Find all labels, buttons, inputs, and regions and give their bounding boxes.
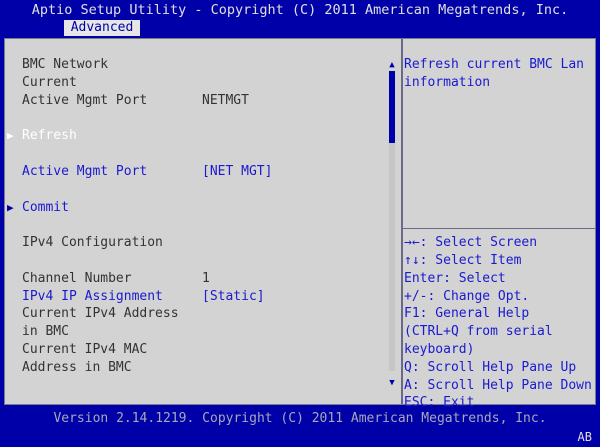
main-panel: BMC Network Current Active Mgmt Port NET… — [4, 38, 596, 410]
key-hint: ↑↓: Select Item — [404, 253, 522, 268]
tab-advanced[interactable]: Advanced — [64, 20, 140, 36]
key-hint: +/-: Change Opt. — [404, 289, 530, 304]
key-hint: (CTRL+Q from serial — [404, 324, 553, 339]
scroll-down-icon[interactable]: ▼ — [387, 377, 397, 389]
commit-item[interactable]: Commit — [22, 199, 69, 216]
key-hint: F1: General Help — [404, 306, 530, 321]
version-footer: Version 2.14.1219. Copyright (C) 2011 Am… — [53, 411, 547, 426]
channel-number-value: 1 — [202, 271, 210, 286]
help-text-line1: Refresh current BMC Lan — [404, 57, 585, 72]
app-title: Aptio Setup Utility - Copyright (C) 2011… — [31, 2, 569, 18]
ipv4-ip-assignment-label[interactable]: IPv4 IP Assignment — [22, 288, 163, 305]
current-ipv4-address-label-cont: in BMC — [22, 324, 69, 339]
status-indicator: AB — [577, 430, 592, 444]
current-ipv4-mac-label-cont: Address in BMC — [22, 360, 132, 375]
key-hint: Q: Scroll Help Pane Up — [404, 360, 577, 375]
current-ipv4-address-label: Current IPv4 Address — [22, 306, 179, 321]
tab-bar: Advanced — [0, 20, 600, 36]
current-label: Current — [22, 75, 77, 90]
refresh-item[interactable]: Refresh — [22, 127, 77, 144]
key-hint: keyboard) — [404, 342, 475, 357]
current-ipv4-mac-label: Current IPv4 MAC — [22, 342, 148, 357]
key-hint: A: Scroll Help Pane Down — [404, 378, 592, 393]
active-mgmt-port-select-label[interactable]: Active Mgmt Port — [22, 163, 147, 180]
active-mgmt-port-current-value: NETMGT — [202, 93, 249, 108]
submenu-arrow-icon: ▶ — [7, 129, 14, 142]
scrollbar[interactable] — [389, 71, 395, 371]
help-separator — [403, 228, 595, 229]
help-text-line2: information — [404, 75, 491, 90]
active-mgmt-port-current-label: Active Mgmt Port — [22, 93, 148, 108]
active-mgmt-port-select-value[interactable]: [NET MGT] — [202, 163, 272, 180]
pane-divider — [401, 39, 403, 404]
key-hint: →←: Select Screen — [404, 235, 538, 250]
scroll-up-icon[interactable]: ▲ — [387, 59, 397, 71]
ipv4-configuration-heading: IPv4 Configuration — [22, 235, 163, 250]
ipv4-ip-assignment-value[interactable]: [Static] — [202, 288, 265, 305]
key-hint: Enter: Select — [404, 271, 506, 286]
bmc-network-heading: BMC Network — [22, 57, 109, 72]
scrollbar-thumb[interactable] — [389, 71, 395, 143]
submenu-arrow-icon: ▶ — [7, 201, 14, 214]
channel-number-label: Channel Number — [22, 271, 132, 286]
